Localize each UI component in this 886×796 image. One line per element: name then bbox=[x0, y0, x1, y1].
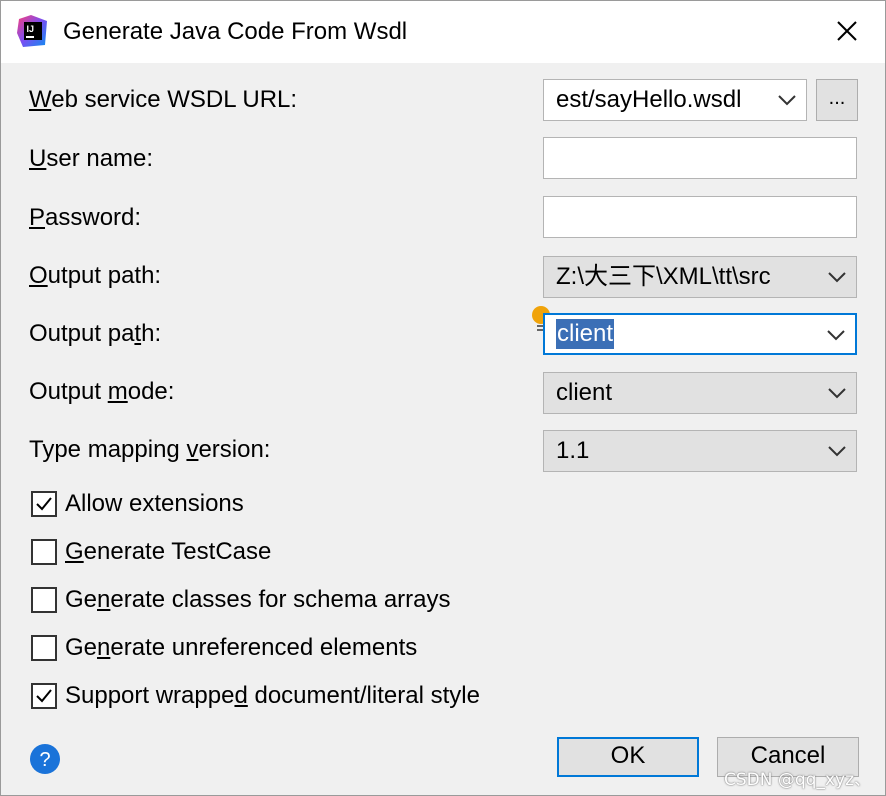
window-title: Generate Java Code From Wsdl bbox=[63, 18, 408, 45]
chevron-down-icon[interactable] bbox=[828, 386, 846, 400]
schema-arrays-label: Generate classes for schema arrays bbox=[65, 586, 451, 613]
intellij-idea-icon: IJ bbox=[17, 15, 47, 47]
chevron-down-icon[interactable] bbox=[828, 270, 846, 284]
output-mode-combobox[interactable]: client bbox=[543, 372, 857, 414]
title-bar: IJ Generate Java Code From Wsdl bbox=[1, 1, 885, 63]
output-path-label: Output path: bbox=[29, 262, 162, 289]
password-label: Password: bbox=[29, 204, 142, 231]
type-mapping-value: 1.1 bbox=[556, 437, 590, 464]
password-input[interactable] bbox=[543, 196, 857, 238]
output-mode-label: Output mode: bbox=[29, 378, 175, 405]
chevron-down-icon[interactable] bbox=[828, 444, 846, 458]
watermark-text: CSDN @qq_xyz、 bbox=[724, 770, 871, 790]
generate-testcase-label: Generate TestCase bbox=[65, 538, 272, 565]
help-icon[interactable]: ? bbox=[29, 743, 61, 775]
schema-arrays-checkbox[interactable] bbox=[31, 587, 57, 613]
svg-text:?: ? bbox=[39, 749, 50, 771]
type-mapping-label: Type mapping version: bbox=[29, 436, 271, 463]
browse-button[interactable]: ... bbox=[816, 79, 858, 121]
wsdl-url-label: Web service WSDL URL: bbox=[29, 86, 298, 113]
output-path-value: Z:\大三下\XML\tt\src bbox=[556, 263, 771, 290]
user-name-input[interactable] bbox=[543, 137, 857, 179]
output-mode-value: client bbox=[556, 379, 613, 406]
ok-button[interactable]: OK bbox=[557, 737, 699, 777]
wsdl-url-value: est/sayHello.wsdl bbox=[556, 86, 742, 113]
allow-extensions-checkbox[interactable] bbox=[31, 491, 57, 517]
output-path-combobox[interactable]: Z:\大三下\XML\tt\src bbox=[543, 256, 857, 298]
package-combobox[interactable]: client bbox=[543, 313, 857, 355]
unreferenced-elements-checkbox[interactable] bbox=[31, 635, 57, 661]
checkmark-icon bbox=[36, 689, 52, 703]
dialog-window: IJ Generate Java Code From Wsdl Web serv… bbox=[0, 0, 886, 796]
chevron-down-icon[interactable] bbox=[827, 328, 845, 342]
type-mapping-combobox[interactable]: 1.1 bbox=[543, 430, 857, 472]
package-label: Output path: bbox=[29, 320, 162, 347]
wrapped-style-label: Support wrapped document/literal style bbox=[65, 682, 480, 709]
chevron-down-icon[interactable] bbox=[778, 93, 796, 107]
allow-extensions-label: Allow extensions bbox=[65, 490, 244, 517]
close-icon[interactable] bbox=[831, 15, 863, 47]
wrapped-style-checkbox[interactable] bbox=[31, 683, 57, 709]
checkmark-icon bbox=[36, 497, 52, 511]
package-value: client bbox=[556, 319, 615, 349]
wsdl-url-combobox[interactable]: est/sayHello.wsdl bbox=[543, 79, 807, 121]
user-name-label: User name: bbox=[29, 145, 154, 172]
generate-testcase-checkbox[interactable] bbox=[31, 539, 57, 565]
unreferenced-elements-label: Generate unreferenced elements bbox=[65, 634, 418, 661]
svg-text:IJ: IJ bbox=[27, 24, 35, 34]
